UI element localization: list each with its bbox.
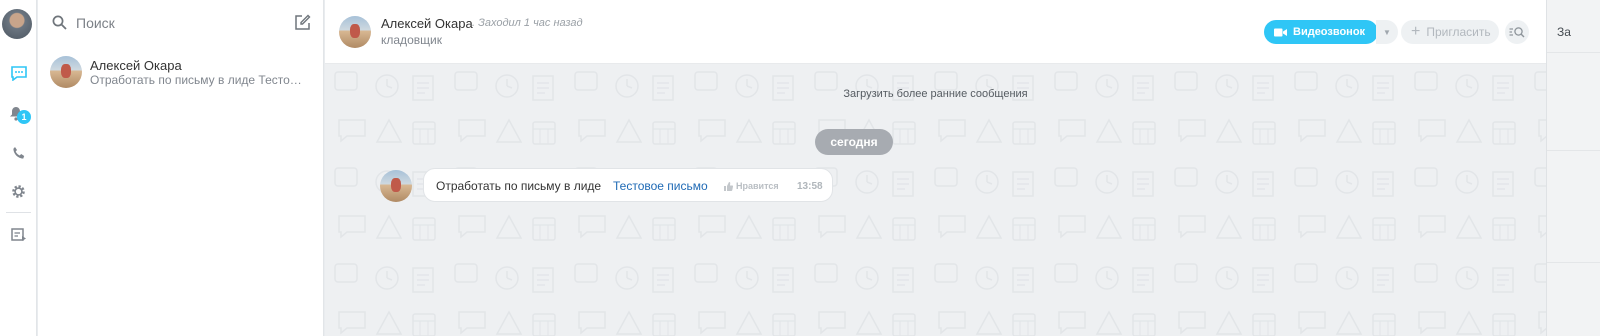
recent-chat-item[interactable]: Алексей Окара Отработать по письму в лид…	[38, 52, 324, 96]
recent-chat-name: Алексей Окара	[90, 58, 182, 73]
message-avatar[interactable]	[380, 170, 412, 202]
divider	[1547, 52, 1600, 53]
like-button[interactable]: Нравится	[724, 181, 779, 191]
chats-tab[interactable]	[0, 58, 37, 88]
chat-header: Алексей Окара . Заходил 1 час назад клад…	[325, 0, 1546, 64]
search-input[interactable]	[76, 13, 276, 33]
background-page-edge: За	[1546, 0, 1600, 336]
search-bar	[38, 0, 324, 46]
message-link[interactable]: Тестовое письмо	[613, 179, 708, 193]
dialog-avatar[interactable]	[339, 16, 371, 48]
invite-button[interactable]: + Пригласить	[1401, 20, 1499, 44]
chat-dialog: Алексей Окара . Заходил 1 час назад клад…	[325, 0, 1546, 336]
chat-bubble-icon	[10, 65, 27, 81]
notifications-badge: 1	[17, 110, 31, 124]
search-icon	[52, 15, 67, 30]
dialog-user-name[interactable]: Алексей Окара	[381, 16, 473, 31]
current-user-avatar[interactable]	[2, 9, 32, 39]
messenger-app: 1 Поиск Алексей Окара Отработать по пись…	[0, 0, 1600, 336]
settings-tab[interactable]	[0, 176, 37, 206]
search-history-button[interactable]	[1505, 20, 1529, 44]
open-lines-tab[interactable]	[0, 220, 37, 250]
message-area[interactable]: Загрузить более ранние сообщения сегодня…	[325, 64, 1546, 336]
avatar	[50, 56, 82, 88]
thumbs-up-icon	[724, 181, 733, 191]
divider	[1547, 150, 1600, 151]
chevron-down-icon: ▼	[1383, 27, 1391, 37]
left-rail: 1	[0, 0, 37, 336]
chat-list-icon	[10, 228, 26, 241]
phone-icon	[12, 147, 24, 159]
load-earlier-link[interactable]: Загрузить более ранние сообщения	[325, 88, 1546, 100]
new-chat-icon[interactable]	[294, 14, 311, 31]
camera-icon	[1274, 28, 1287, 36]
video-call-menu-button[interactable]: ▼	[1376, 20, 1398, 44]
notifications-tab[interactable]: 1	[0, 98, 37, 128]
video-call-label: Видеозвонок	[1293, 26, 1366, 38]
recent-chat-preview: Отработать по письму в лиде Тестовое пис…	[90, 73, 306, 87]
gear-icon	[12, 184, 25, 198]
calls-tab[interactable]	[0, 138, 37, 168]
like-label: Нравится	[736, 181, 779, 191]
plus-icon: +	[1411, 23, 1421, 40]
background-page-text: За	[1557, 25, 1571, 39]
invite-label: Пригласить	[1426, 25, 1491, 39]
message-text: Отработать по письму в лиде	[436, 179, 602, 193]
user-position: кладовщик	[381, 33, 442, 47]
search-history-icon	[1509, 27, 1525, 38]
divider	[1547, 262, 1600, 263]
recent-chats-panel: Алексей Окара Отработать по письму в лид…	[38, 0, 324, 336]
last-seen-status: . Заходил 1 час назад	[472, 17, 583, 29]
message-bubble[interactable]: Отработать по письму в лиде Тестовое пис…	[423, 168, 833, 202]
message-time: 13:58	[797, 181, 823, 192]
video-call-button[interactable]: Видеозвонок	[1264, 20, 1378, 44]
date-separator: сегодня	[815, 129, 893, 155]
rail-divider	[6, 212, 31, 213]
